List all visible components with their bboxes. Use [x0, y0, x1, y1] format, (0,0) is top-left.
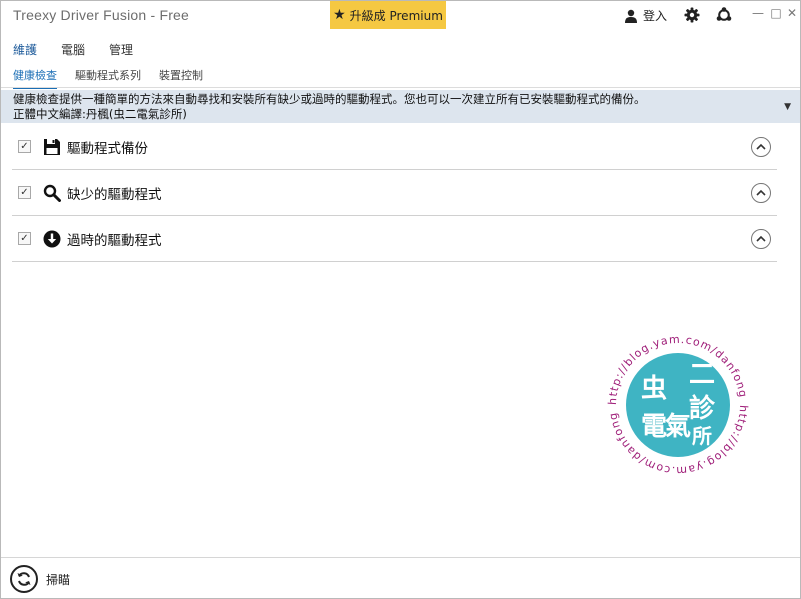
svg-text:所: 所	[692, 424, 712, 448]
tab-device-control[interactable]: 裝置控制	[159, 67, 203, 89]
main-menu: 維護 電腦 管理	[13, 41, 133, 58]
tab-driver-families[interactable]: 驅動程式系列	[75, 67, 141, 89]
info-description: 健康檢查提供一種簡單的方法來自動尋找和安裝所有缺少或過時的驅動程式。您也可以一次…	[13, 92, 646, 106]
premium-label: 升級成 Premium	[349, 8, 443, 23]
menu-item-manage[interactable]: 管理	[109, 41, 133, 58]
app-window: Treexy Driver Fusion - Free ★ 升級成 Premiu…	[0, 0, 801, 599]
backup-expand-button[interactable]	[751, 136, 771, 157]
scan-button[interactable]: 掃瞄	[10, 565, 70, 593]
app-title: Treexy Driver Fusion - Free	[13, 7, 190, 23]
outdated-checkbox[interactable]: ✓	[18, 232, 31, 245]
search-icon	[43, 184, 61, 202]
sub-tabs: 健康檢查 驅動程式系列 裝置控制	[13, 67, 203, 89]
missing-expand-button[interactable]	[751, 182, 771, 203]
login-button[interactable]: 登入	[624, 7, 667, 24]
refresh-icon	[10, 565, 38, 593]
backup-label: 驅動程式備份	[67, 140, 148, 157]
missing-label: 缺少的驅動程式	[67, 186, 162, 203]
user-icon	[625, 9, 637, 23]
scan-item-list: ✓ 驅動程式備份 ✓ 缺少的驅動程式 ✓ 過時的驅動程式	[12, 124, 777, 262]
info-collapse-icon[interactable]: ▼	[784, 100, 791, 115]
chevron-up-icon	[756, 189, 766, 196]
gear-icon	[684, 7, 700, 23]
tab-health-check[interactable]: 健康檢查	[13, 67, 57, 89]
outdated-label: 過時的驅動程式	[67, 232, 162, 249]
info-banner: 健康檢查提供一種簡單的方法來自動尋找和安裝所有缺少或過時的驅動程式。您也可以一次…	[1, 90, 800, 123]
share-icon	[716, 7, 732, 21]
svg-text:氣: 氣	[665, 411, 691, 442]
login-label: 登入	[643, 9, 668, 23]
menu-item-computer[interactable]: 電腦	[61, 41, 85, 58]
missing-checkbox[interactable]: ✓	[18, 186, 31, 199]
info-translator-credit: 正體中文編譯:丹楓(虫二電氣診所)	[13, 107, 187, 121]
svg-text:虫: 虫	[641, 374, 667, 404]
scan-label: 掃瞄	[46, 572, 71, 587]
menu-item-maintenance[interactable]: 維護	[13, 41, 37, 58]
maximize-button[interactable]: □	[769, 6, 783, 20]
floppy-disk-icon	[43, 138, 61, 156]
svg-text:二: 二	[689, 360, 715, 390]
star-icon: ★	[333, 7, 346, 23]
title-bar: Treexy Driver Fusion - Free ★ 升級成 Premiu…	[1, 1, 800, 31]
close-button[interactable]: ✕	[785, 6, 799, 20]
chevron-up-icon	[756, 235, 766, 242]
scan-item-outdated[interactable]: ✓ 過時的驅動程式	[12, 216, 777, 262]
watermark-seal: http://blog.yam.com/danfong http://blog.…	[604, 331, 752, 479]
chevron-up-icon	[756, 143, 766, 150]
svg-text:電: 電	[641, 412, 667, 442]
upgrade-premium-button[interactable]: ★ 升級成 Premium	[330, 1, 446, 29]
scan-item-missing[interactable]: ✓ 缺少的驅動程式	[12, 170, 777, 216]
scan-item-backup[interactable]: ✓ 驅動程式備份	[12, 124, 777, 170]
minimize-button[interactable]: —	[751, 6, 765, 20]
download-circle-icon	[43, 230, 61, 248]
outdated-expand-button[interactable]	[751, 228, 771, 249]
tabs-divider	[1, 87, 800, 88]
footer-divider	[1, 557, 800, 558]
share-button[interactable]	[716, 7, 732, 27]
svg-text:診: 診	[689, 393, 716, 424]
backup-checkbox[interactable]: ✓	[18, 140, 31, 153]
settings-button[interactable]	[684, 7, 700, 27]
